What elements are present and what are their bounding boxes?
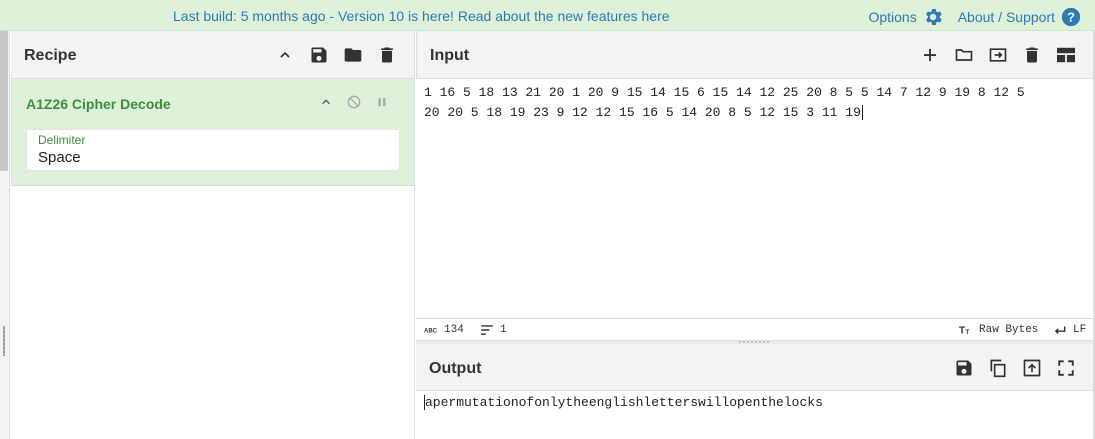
gear-icon[interactable] <box>922 6 944 28</box>
plus-icon <box>924 49 936 61</box>
disable-icon <box>347 95 361 109</box>
help-icon[interactable]: ? <box>1060 6 1082 28</box>
output-to-input-icon <box>1023 359 1041 377</box>
resize-handle[interactable] <box>3 326 5 356</box>
operation-breakpoint-button[interactable] <box>368 93 396 111</box>
chevron-up-icon <box>280 51 290 58</box>
line-count-value: 1 <box>500 324 507 336</box>
operation-name: A1Z26 Cipher Decode <box>26 96 171 112</box>
collapse-all-button[interactable] <box>268 43 302 67</box>
about-label[interactable]: About / Support <box>958 9 1055 25</box>
output-title: Output <box>429 360 482 377</box>
open-folder-button[interactable] <box>981 43 1015 67</box>
recipe-header: Recipe <box>11 31 414 79</box>
load-recipe-button[interactable] <box>336 43 370 67</box>
trash-icon <box>1026 47 1038 63</box>
input-title: Input <box>430 47 470 64</box>
maximise-output-button[interactable] <box>1049 356 1083 380</box>
text-encoding-icon: TT <box>959 326 969 337</box>
input-panel: Input 1 16 5 18 13 21 20 1 20 9 15 14 15… <box>416 31 1093 342</box>
trash-icon <box>381 47 393 63</box>
operation-disable-button[interactable] <box>340 93 368 111</box>
output-textarea[interactable]: apermutationofonlytheenglishletterswillo… <box>424 395 823 410</box>
svg-text:ABC: ABC <box>424 329 438 335</box>
return-icon <box>1054 326 1066 335</box>
lines-icon <box>481 325 493 335</box>
copy-output-button[interactable] <box>981 356 1015 380</box>
save-icon <box>956 360 972 376</box>
top-banner: Last build: 5 months ago - Version 10 is… <box>0 0 1095 31</box>
line-count: 1 <box>480 324 507 336</box>
recipe-title: Recipe <box>24 47 77 64</box>
encoding-selector[interactable]: TT Raw Bytes <box>959 324 1038 336</box>
save-output-button[interactable] <box>947 356 981 380</box>
encoding-value[interactable]: Raw Bytes <box>979 324 1038 336</box>
output-header: Output <box>416 344 1093 391</box>
copy-icon <box>990 359 1006 378</box>
input-line-2[interactable]: 20 20 5 18 19 23 9 12 12 15 16 5 14 20 8… <box>424 103 1084 123</box>
save-recipe-button[interactable] <box>302 43 336 67</box>
char-count-value: 134 <box>444 324 464 336</box>
reset-layout-button[interactable] <box>1049 43 1083 67</box>
build-notice-text[interactable]: Last build: 5 months ago - Version 10 is… <box>173 8 670 24</box>
build-notice-link[interactable]: Last build: 5 months ago - Version 10 is… <box>173 8 670 24</box>
char-count: ABC 134 <box>424 324 464 336</box>
add-input-tab-button[interactable] <box>913 43 947 67</box>
output-panel: Output apermutationofonlytheenglishlette… <box>416 344 1093 439</box>
eol-selector[interactable]: LF <box>1053 324 1086 336</box>
open-file-button[interactable] <box>947 43 981 67</box>
operations-sidebar-collapsed <box>0 31 10 439</box>
input-icon <box>989 48 1007 62</box>
recipe-operation[interactable]: A1Z26 Cipher Decode Delimiter Space <box>11 79 414 186</box>
pause-icon <box>378 97 386 107</box>
svg-text:?: ? <box>1067 10 1075 25</box>
layout-icon <box>1057 47 1075 63</box>
delimiter-select[interactable]: Space <box>38 149 378 166</box>
fullscreen-icon <box>1058 360 1074 376</box>
divider-grip[interactable] <box>738 341 770 343</box>
text-cursor <box>861 105 863 120</box>
clear-input-button[interactable] <box>1015 43 1049 67</box>
options-button[interactable]: Options <box>868 6 943 28</box>
options-label[interactable]: Options <box>868 9 916 25</box>
input-line-1[interactable]: 1 16 5 18 13 21 20 1 20 9 15 14 15 6 15 … <box>424 83 1084 103</box>
about-support-button[interactable]: About / Support ? <box>958 6 1082 28</box>
svg-text:T: T <box>965 329 969 336</box>
replace-input-button[interactable] <box>1015 356 1049 380</box>
input-header: Input <box>416 31 1093 79</box>
input-textarea[interactable]: 1 16 5 18 13 21 20 1 20 9 15 14 15 6 15 … <box>424 83 1084 123</box>
eol-value[interactable]: LF <box>1073 324 1086 336</box>
recipe-panel: Recipe A1Z26 Cipher Decode Delimiter Spa… <box>11 31 415 439</box>
folder-icon <box>344 48 362 62</box>
operation-collapse-button[interactable] <box>312 93 340 111</box>
clear-recipe-button[interactable] <box>370 43 404 67</box>
folder-open-icon <box>955 49 973 61</box>
abc-icon: ABC <box>424 329 438 335</box>
input-line-2-text[interactable]: 20 20 5 18 19 23 9 12 12 15 16 5 14 20 8… <box>424 105 861 120</box>
save-icon <box>311 47 327 63</box>
delimiter-label: Delimiter <box>38 133 86 147</box>
sidebar-scroll-thumb[interactable] <box>0 31 8 171</box>
svg-text:T: T <box>959 326 965 337</box>
input-status-bar: ABC 134 1 TT Raw Bytes LF <box>416 318 1093 340</box>
chevron-up-icon <box>321 99 331 105</box>
delimiter-field[interactable]: Delimiter Space <box>26 129 400 171</box>
